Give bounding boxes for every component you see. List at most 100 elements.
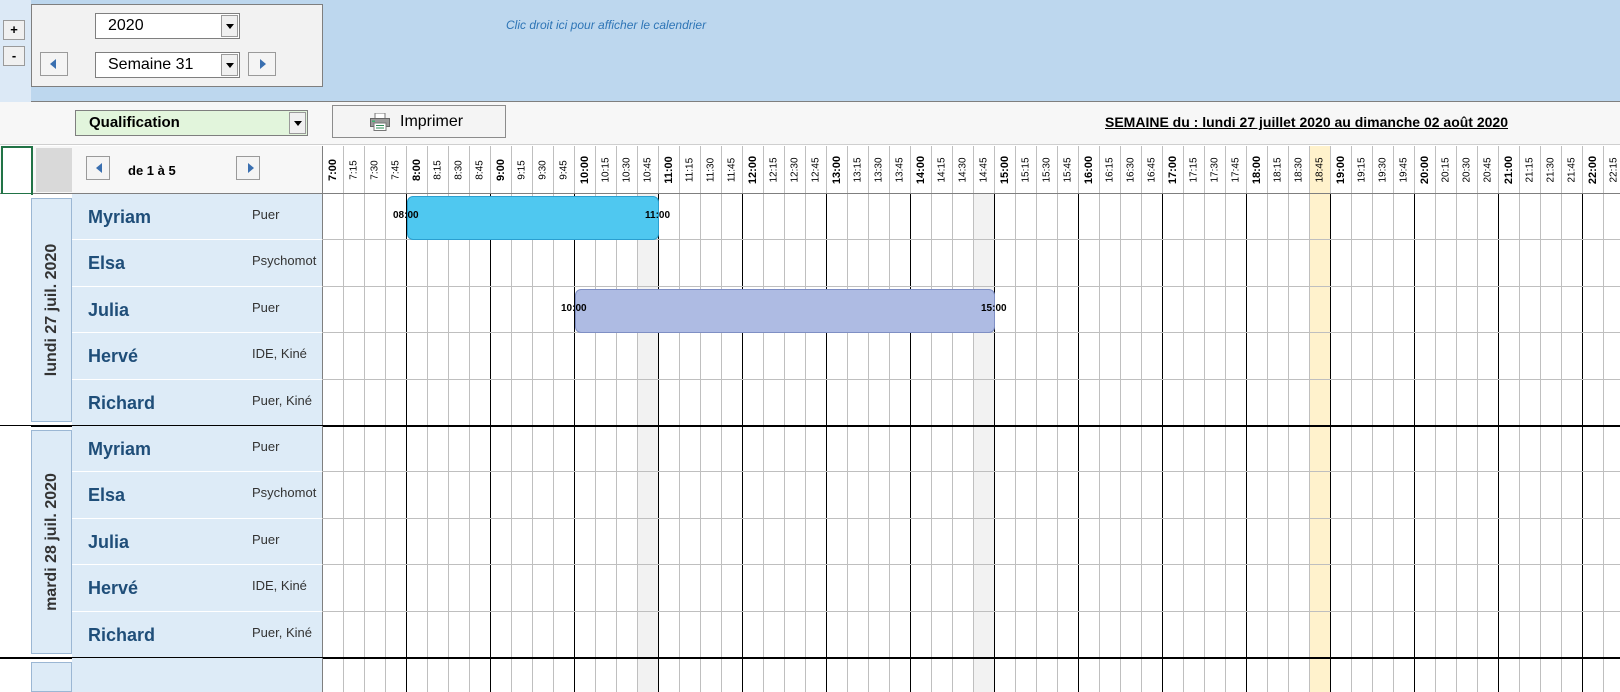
person-row[interactable]: Myriam Puer (72, 194, 323, 241)
chevron-down-icon[interactable] (221, 15, 238, 37)
time-slot-column[interactable] (827, 194, 848, 692)
calendar-hint[interactable]: Clic droit ici pour afficher le calendri… (506, 18, 706, 32)
person-row[interactable]: Hervé IDE, Kiné (72, 565, 323, 612)
time-slot-column[interactable] (428, 194, 449, 692)
time-slot-column[interactable] (953, 194, 974, 692)
person-row[interactable]: Elsa Psychomot (72, 472, 323, 519)
shift-bar[interactable] (575, 288, 995, 333)
previous-page-button[interactable] (86, 156, 110, 180)
time-slot-column[interactable] (1583, 194, 1604, 692)
time-slot-column[interactable] (512, 194, 533, 692)
time-label: 20:30 (1461, 157, 1473, 183)
week-select[interactable]: Semaine 31 (95, 52, 240, 78)
time-slot-column[interactable] (764, 194, 785, 692)
collapse-button[interactable]: - (3, 46, 25, 66)
time-slot-column[interactable] (785, 194, 806, 692)
qualification-select[interactable]: Qualification (75, 110, 308, 136)
time-slot-column[interactable] (1247, 194, 1268, 692)
time-slot-column[interactable] (1373, 194, 1394, 692)
time-slot-column[interactable] (575, 194, 596, 692)
person-row[interactable] (72, 658, 323, 692)
time-slot-column[interactable] (1100, 194, 1121, 692)
time-slot-column[interactable] (1289, 194, 1310, 692)
time-slot-column[interactable] (1415, 194, 1436, 692)
schedule-grid[interactable]: 08:00 11:00 10:00 15:00 (323, 194, 1620, 692)
time-column-header: 7:15 (344, 146, 365, 193)
time-slot-column[interactable] (365, 194, 386, 692)
year-select[interactable]: 2020 (95, 13, 240, 39)
time-slot-column[interactable] (1604, 194, 1620, 692)
time-slot-column[interactable] (890, 194, 911, 692)
selected-cell[interactable] (1, 146, 33, 195)
time-slot-column[interactable] (1121, 194, 1142, 692)
person-row[interactable]: Richard Puer, Kiné (72, 611, 323, 658)
previous-week-button[interactable] (40, 52, 68, 76)
time-slot-column[interactable] (1457, 194, 1478, 692)
time-column-header: 16:00 (1079, 146, 1100, 193)
time-slot-column[interactable] (1478, 194, 1499, 692)
time-slot-column[interactable] (323, 194, 344, 692)
time-slot-column[interactable] (449, 194, 470, 692)
time-slot-column[interactable] (1163, 194, 1184, 692)
time-slot-column[interactable] (911, 194, 932, 692)
person-row[interactable]: Richard Puer, Kiné (72, 379, 323, 426)
time-slot-column[interactable] (1436, 194, 1457, 692)
person-row[interactable]: Myriam Puer (72, 426, 323, 473)
time-slot-column[interactable] (1331, 194, 1352, 692)
time-slot-column[interactable] (1520, 194, 1541, 692)
print-button[interactable]: Imprimer (332, 105, 506, 138)
person-row[interactable]: Elsa Psychomot (72, 240, 323, 287)
shift-bar[interactable] (407, 196, 659, 240)
time-slot-column[interactable] (869, 194, 890, 692)
time-slot-column[interactable] (701, 194, 722, 692)
reset-button[interactable] (36, 148, 72, 192)
time-slot-column[interactable] (638, 194, 659, 692)
time-slot-column[interactable] (491, 194, 512, 692)
next-week-button[interactable] (248, 52, 276, 76)
time-slot-column[interactable] (1226, 194, 1247, 692)
time-slot-column[interactable] (848, 194, 869, 692)
time-slot-column[interactable] (1310, 194, 1331, 692)
time-slot-column[interactable] (1541, 194, 1562, 692)
time-slot-column[interactable] (1079, 194, 1100, 692)
time-label: 21:45 (1566, 157, 1578, 183)
time-slot-column[interactable] (1058, 194, 1079, 692)
chevron-down-icon[interactable] (221, 54, 238, 76)
person-row[interactable]: Hervé IDE, Kiné (72, 333, 323, 380)
expand-button[interactable]: + (3, 20, 25, 40)
time-slot-column[interactable] (932, 194, 953, 692)
person-row[interactable]: Julia Puer (72, 286, 323, 334)
time-slot-column[interactable] (722, 194, 743, 692)
time-slot-column[interactable] (680, 194, 701, 692)
shift-end-time: 11:00 (645, 210, 671, 221)
time-slot-column[interactable] (1562, 194, 1583, 692)
next-page-button[interactable] (236, 156, 260, 180)
time-slot-column[interactable] (407, 194, 428, 692)
time-slot-column[interactable] (1037, 194, 1058, 692)
time-slot-column[interactable] (1016, 194, 1037, 692)
time-slot-column[interactable] (995, 194, 1016, 692)
time-slot-column[interactable] (533, 194, 554, 692)
time-slot-column[interactable] (1394, 194, 1415, 692)
time-slot-column[interactable] (1499, 194, 1520, 692)
time-slot-column[interactable] (344, 194, 365, 692)
time-slot-column[interactable] (743, 194, 764, 692)
person-name: Julia (88, 531, 130, 552)
day-label: lundi 27 juil. 2020 (42, 243, 60, 377)
time-slot-column[interactable] (1268, 194, 1289, 692)
time-slot-column[interactable] (1142, 194, 1163, 692)
time-slot-column[interactable] (806, 194, 827, 692)
person-row[interactable]: Julia Puer (72, 518, 323, 566)
time-column-header: 13:30 (869, 146, 890, 193)
time-slot-column[interactable] (1184, 194, 1205, 692)
time-slot-column[interactable] (554, 194, 575, 692)
time-slot-column[interactable] (596, 194, 617, 692)
time-slot-column[interactable] (617, 194, 638, 692)
time-slot-column[interactable] (659, 194, 680, 692)
time-slot-column[interactable] (1205, 194, 1226, 692)
time-slot-column[interactable] (974, 194, 995, 692)
chevron-down-icon[interactable] (289, 112, 306, 134)
time-slot-column[interactable] (386, 194, 407, 692)
time-slot-column[interactable] (470, 194, 491, 692)
time-slot-column[interactable] (1352, 194, 1373, 692)
